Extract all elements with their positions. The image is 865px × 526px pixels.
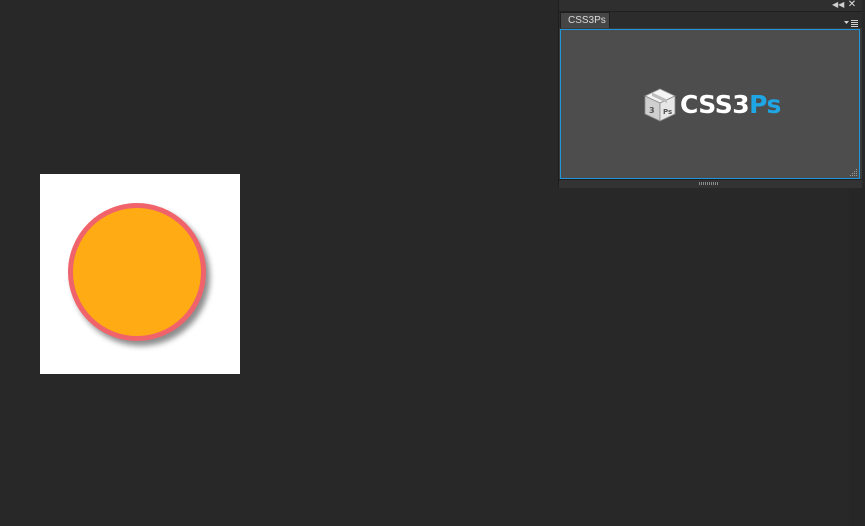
box-logo-icon: 3 Ps — [644, 88, 676, 122]
svg-text:Ps: Ps — [663, 108, 672, 116]
document-canvas[interactable] — [40, 174, 240, 374]
css3ps-logo: 3 Ps CSS3Ps — [642, 87, 781, 123]
panel-header-bar[interactable]: ◀◀ ✕ — [559, 0, 862, 12]
panel-content-area[interactable]: 3 Ps CSS3Ps — [560, 29, 860, 179]
tab-css3ps[interactable]: CSS3Ps — [560, 12, 610, 28]
resize-grip-icon[interactable] — [849, 168, 858, 177]
panel-tab-bar: CSS3Ps — [559, 12, 862, 28]
panel-resize-handle[interactable] — [699, 182, 719, 185]
panel-menu-icon[interactable] — [844, 14, 858, 27]
css3ps-panel: ◀◀ ✕ CSS3Ps 3 Ps CSS3Ps — [558, 0, 862, 188]
close-icon[interactable]: ✕ — [846, 0, 858, 10]
logo-text-main: CSS3 — [680, 90, 750, 119]
panel-footer-bar — [559, 179, 862, 188]
svg-text:3: 3 — [649, 106, 655, 115]
double-chevron-left-icon[interactable]: ◀◀ — [832, 0, 844, 10]
logo-text-accent: Ps — [749, 90, 781, 119]
workspace: ◀◀ ✕ CSS3Ps 3 Ps CSS3Ps — [0, 0, 865, 526]
orange-circle-layer[interactable] — [68, 203, 206, 341]
panel-dock-gutter — [849, 187, 865, 526]
logo-wordmark: CSS3Ps — [680, 87, 781, 123]
